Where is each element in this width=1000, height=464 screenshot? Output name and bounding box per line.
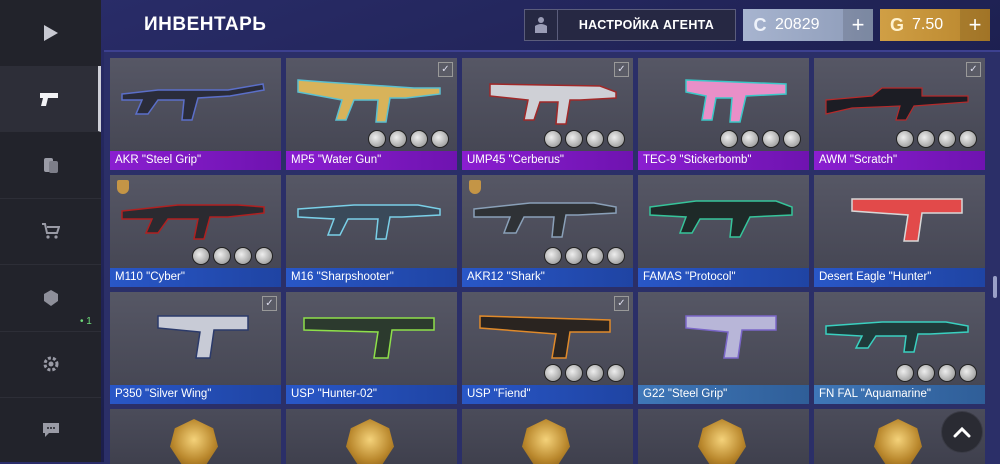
inventory-item[interactable]: ✓ MP5 "Water Gun" xyxy=(286,58,457,170)
sidebar-item-play[interactable] xyxy=(0,0,101,67)
inventory-item[interactable]: ✓✓ AWM "Scratch" xyxy=(814,58,985,170)
silver-currency: C 20829 + xyxy=(743,9,873,41)
sidebar: • 1 xyxy=(0,0,101,462)
pistol-icon xyxy=(851,198,963,242)
item-name: USP "Fiend" xyxy=(462,385,633,404)
inventory-item[interactable]: M110 "Cyber" xyxy=(110,175,281,287)
gear-icon xyxy=(43,356,58,372)
add-gold-button[interactable]: + xyxy=(960,9,990,41)
pistol-icon xyxy=(157,315,249,359)
page-title: ИНВЕНТАРЬ xyxy=(144,14,267,35)
inventory-grid: AKR "Steel Grip" ✓ MP5 "Water Gun" ✓ UMP… xyxy=(104,50,1000,464)
gold-amount: 7.50 xyxy=(912,16,944,33)
inventory-item[interactable] xyxy=(286,409,457,464)
item-name: FAMAS "Protocol" xyxy=(638,268,809,287)
pistol-icon xyxy=(303,317,435,359)
item-name: M16 "Sharpshooter" xyxy=(286,268,457,287)
inventory-item[interactable]: ✓ FN FAL "Aquamarine" xyxy=(814,292,985,404)
sidebar-item-shop[interactable] xyxy=(0,198,101,265)
cart-icon xyxy=(41,223,60,239)
rifle-icon xyxy=(297,204,441,240)
sidebar-item-chat[interactable] xyxy=(0,397,101,463)
chat-icon xyxy=(42,423,59,437)
inventory-item[interactable]: ✓ TEC-9 "Stickerbomb" xyxy=(638,58,809,170)
inventory-item[interactable]: G22 "Steel Grip" xyxy=(638,292,809,404)
scrollbar[interactable] xyxy=(993,276,997,298)
smg-icon xyxy=(489,83,617,125)
item-name: USP "Hunter-02" xyxy=(286,385,457,404)
sidebar-item-cases[interactable]: • 1 xyxy=(0,264,101,332)
add-silver-button[interactable]: + xyxy=(843,9,873,41)
play-icon xyxy=(43,25,58,41)
gold-currency: G 7.50 + xyxy=(880,9,990,41)
header: ИНВЕНТАРЬ НАСТРОЙКА АГЕНТА C 20829 + G 7… xyxy=(104,0,1000,50)
agent-settings-label: НАСТРОЙКА АГЕНТА xyxy=(578,18,715,32)
sidebar-item-inventory[interactable] xyxy=(0,66,101,132)
inventory-item[interactable]: USP "Hunter-02" xyxy=(286,292,457,404)
item-name: P350 "Silver Wing" xyxy=(110,385,281,404)
rifle-icon xyxy=(121,204,265,240)
item-name: G22 "Steel Grip" xyxy=(638,385,809,404)
item-name: AKR12 "Shark" xyxy=(462,268,633,287)
case-icon xyxy=(43,289,58,306)
inventory-item[interactable]: ✓✓ P350 "Silver Wing" xyxy=(110,292,281,404)
agent-icon xyxy=(525,10,558,40)
item-name: UMP45 "Cerberus" xyxy=(462,151,633,170)
pistol-icon xyxy=(685,79,787,123)
rifle-icon xyxy=(649,200,793,238)
inventory-item[interactable]: ✓ USP "Fiend" xyxy=(462,292,633,404)
sidebar-item-settings[interactable] xyxy=(0,331,101,398)
inventory-item[interactable] xyxy=(462,409,633,464)
inventory-item[interactable]: ✓ UMP45 "Cerberus" xyxy=(462,58,633,170)
sniper-rifle-icon xyxy=(825,87,969,121)
notification-badge: • 1 xyxy=(80,316,92,327)
inventory-item[interactable] xyxy=(638,409,809,464)
inventory-item[interactable]: M16 "Sharpshooter" xyxy=(286,175,457,287)
rifle-icon xyxy=(473,202,617,238)
item-name: M110 "Cyber" xyxy=(110,268,281,287)
smg-icon xyxy=(297,79,441,123)
scroll-to-top-button[interactable] xyxy=(942,412,982,452)
coins-icon xyxy=(43,158,58,173)
inventory-item[interactable]: Desert Eagle "Hunter" xyxy=(814,175,985,287)
sidebar-item-coins[interactable] xyxy=(0,132,101,199)
inventory-item[interactable] xyxy=(110,409,281,464)
chevron-up-icon xyxy=(953,426,971,437)
item-name: MP5 "Water Gun" xyxy=(286,151,457,170)
inventory-item[interactable]: FAMAS "Protocol" xyxy=(638,175,809,287)
gold-coin-icon: G xyxy=(889,14,904,35)
item-name: AWM "Scratch" xyxy=(814,151,985,170)
inventory-item[interactable]: AKR "Steel Grip" xyxy=(110,58,281,170)
item-name: Desert Eagle "Hunter" xyxy=(814,268,985,287)
silver-amount: 20829 xyxy=(775,16,820,33)
item-name: AKR "Steel Grip" xyxy=(110,151,281,170)
item-name: FN FAL "Aquamarine" xyxy=(814,385,985,404)
pistol-icon xyxy=(685,315,777,359)
rifle-icon xyxy=(825,321,969,353)
inventory-item[interactable]: ✓ AKR12 "Shark" xyxy=(462,175,633,287)
rifle-icon xyxy=(121,83,265,121)
silver-coin-icon: C xyxy=(753,14,767,35)
pistol-icon xyxy=(479,315,611,359)
item-name: TEC-9 "Stickerbomb" xyxy=(638,151,809,170)
agent-settings-button[interactable]: НАСТРОЙКА АГЕНТА xyxy=(524,9,736,41)
pistol-icon xyxy=(40,92,58,106)
